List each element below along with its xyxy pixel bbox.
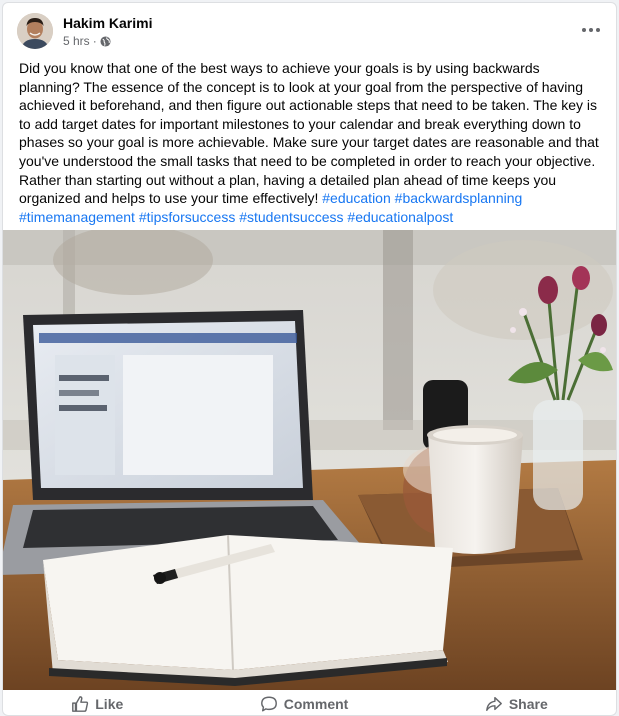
post-actions: Like Comment Share <box>3 691 616 715</box>
post-text: Did you know that one of the best ways t… <box>19 60 599 207</box>
hashtag-link[interactable]: #educationalpost <box>347 209 453 225</box>
hashtag-link[interactable]: #tipsforsuccess <box>139 209 235 225</box>
post-card: Hakim Karimi 5 hrs · Did you know that o… <box>2 2 617 716</box>
post-time[interactable]: 5 hrs <box>63 34 90 48</box>
more-options-button[interactable] <box>576 15 606 45</box>
hashtag-link[interactable]: #timemanagement <box>19 209 135 225</box>
share-button[interactable]: Share <box>465 691 568 715</box>
post-meta: 5 hrs · <box>63 34 111 48</box>
post-header: Hakim Karimi 5 hrs · <box>3 3 616 55</box>
globe-icon[interactable] <box>100 35 111 47</box>
author-name[interactable]: Hakim Karimi <box>63 15 152 31</box>
like-label: Like <box>95 696 124 712</box>
hashtag-link[interactable]: #education <box>322 190 391 206</box>
hashtag-link[interactable]: #studentsuccess <box>239 209 343 225</box>
meta-separator: · <box>92 34 97 48</box>
like-button[interactable]: Like <box>51 691 143 715</box>
comment-label: Comment <box>283 696 349 712</box>
share-arrow-icon <box>485 696 502 712</box>
comment-bubble-icon <box>260 696 277 712</box>
post-body: Did you know that one of the best ways t… <box>19 59 604 226</box>
hashtag-link[interactable]: #backwardsplanning <box>395 190 523 206</box>
avatar[interactable] <box>17 13 53 49</box>
more-dots-icon <box>582 28 600 32</box>
comment-button[interactable]: Comment <box>240 691 369 715</box>
thumbs-up-icon <box>72 696 89 712</box>
share-label: Share <box>508 696 548 712</box>
post-photo[interactable] <box>3 230 616 690</box>
